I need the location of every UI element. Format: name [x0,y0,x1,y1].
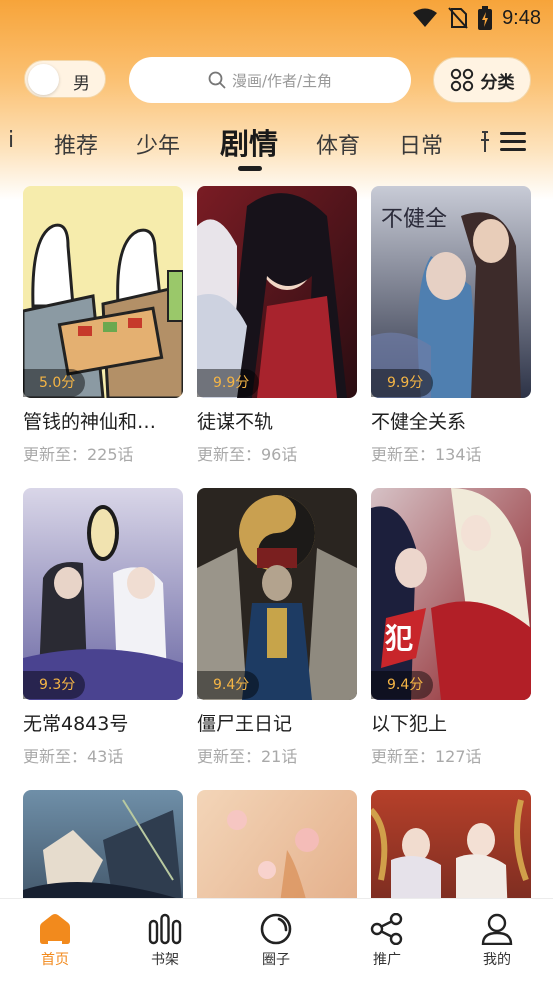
comic-update: 更新至：96话 [197,445,298,464]
comic-title[interactable]: 以下犯上 [371,709,531,736]
tab-daily[interactable]: 日常 [399,128,443,160]
comic-update: 更新至：127话 [371,747,482,766]
category-button[interactable]: 分类 [433,57,531,103]
nav-home-label: 首页 [41,952,69,968]
score-badge: 9.4分 [197,671,260,699]
nav-circle-label: 圈子 [262,952,290,968]
comic-cover[interactable] [197,186,357,398]
nav-mine-label: 我的 [483,952,511,968]
comic-cover[interactable] [23,488,183,700]
comic-cover-art [197,186,357,398]
comic-cover[interactable]: 犯 [371,488,531,700]
tab-partial-right[interactable] [480,130,490,154]
nav-circle[interactable]: 圈子 [231,913,321,969]
comic-cover-art: 犯 [371,488,531,700]
battery-charging-icon [478,6,493,30]
score-badge: 9.9分 [371,369,434,397]
comic-update: 更新至：21话 [197,747,298,766]
share-icon [370,913,403,945]
nav-promote[interactable]: 推广 [342,913,432,969]
nav-bookshelf-label: 书架 [151,952,179,968]
category-tabs: i 推荐 少年 剧情 体育 日常 [0,118,553,174]
score-badge: 9.9分 [197,369,260,397]
score-badge: 5.0分 [23,369,86,397]
gender-label: 男 [73,74,90,94]
circle-icon [260,913,292,945]
grid-icon [450,68,473,92]
svg-text:不健全: 不健全 [381,207,447,232]
comic-update: 更新至：43话 [23,747,124,766]
comic-cover-art: 不健全 [371,186,531,398]
tab-recommend[interactable]: 推荐 [54,128,98,160]
home-icon [40,914,70,944]
bookshelf-icon [148,913,182,945]
comic-title[interactable]: 管钱的神仙和… [23,407,183,434]
search-icon [208,71,226,89]
comic-cover[interactable] [197,488,357,700]
toggle-knob [28,64,59,95]
tab-indicator [238,166,262,171]
clock: 9:48 [502,6,541,29]
status-bar: 9:48 [0,0,553,38]
comic-update: 更新至：134话 [371,445,482,464]
nav-home[interactable]: 首页 [10,913,100,969]
menu-button[interactable] [500,128,534,158]
category-label: 分类 [480,72,515,93]
tab-partial-left[interactable]: i [8,128,20,153]
score-badge: 9.4分 [371,671,434,699]
tab-sports[interactable]: 体育 [316,128,360,160]
comic-cover[interactable]: 不健全 [371,186,531,398]
user-icon [481,913,513,945]
no-sim-icon [448,7,468,29]
tab-drama[interactable]: 剧情 [220,121,278,163]
comic-cover-art [197,488,357,700]
gender-toggle[interactable]: 男 [24,60,106,98]
comic-cover-art [23,186,183,398]
comic-title[interactable]: 僵尸王日记 [197,709,357,736]
comic-update: 更新至：225话 [23,445,134,464]
comic-title[interactable]: 无常4843号 [23,709,183,736]
comic-title[interactable]: 不健全关系 [371,407,531,434]
bottom-navigation: 首页 书架 圈子 推广 我的 [0,898,553,983]
comic-title[interactable]: 徒谋不轨 [197,407,357,434]
nav-promote-label: 推广 [373,952,401,968]
comic-cover-art [23,488,183,700]
tab-shounen[interactable]: 少年 [136,128,180,160]
svg-text:犯: 犯 [384,622,413,655]
search-placeholder: 漫画/作者/主角 [231,71,333,90]
nav-mine[interactable]: 我的 [452,913,542,969]
comic-cover[interactable] [23,186,183,398]
nav-bookshelf[interactable]: 书架 [120,913,210,969]
wifi-icon [413,8,438,27]
score-badge: 9.3分 [23,671,86,699]
search-input[interactable]: 漫画/作者/主角 [129,57,411,103]
